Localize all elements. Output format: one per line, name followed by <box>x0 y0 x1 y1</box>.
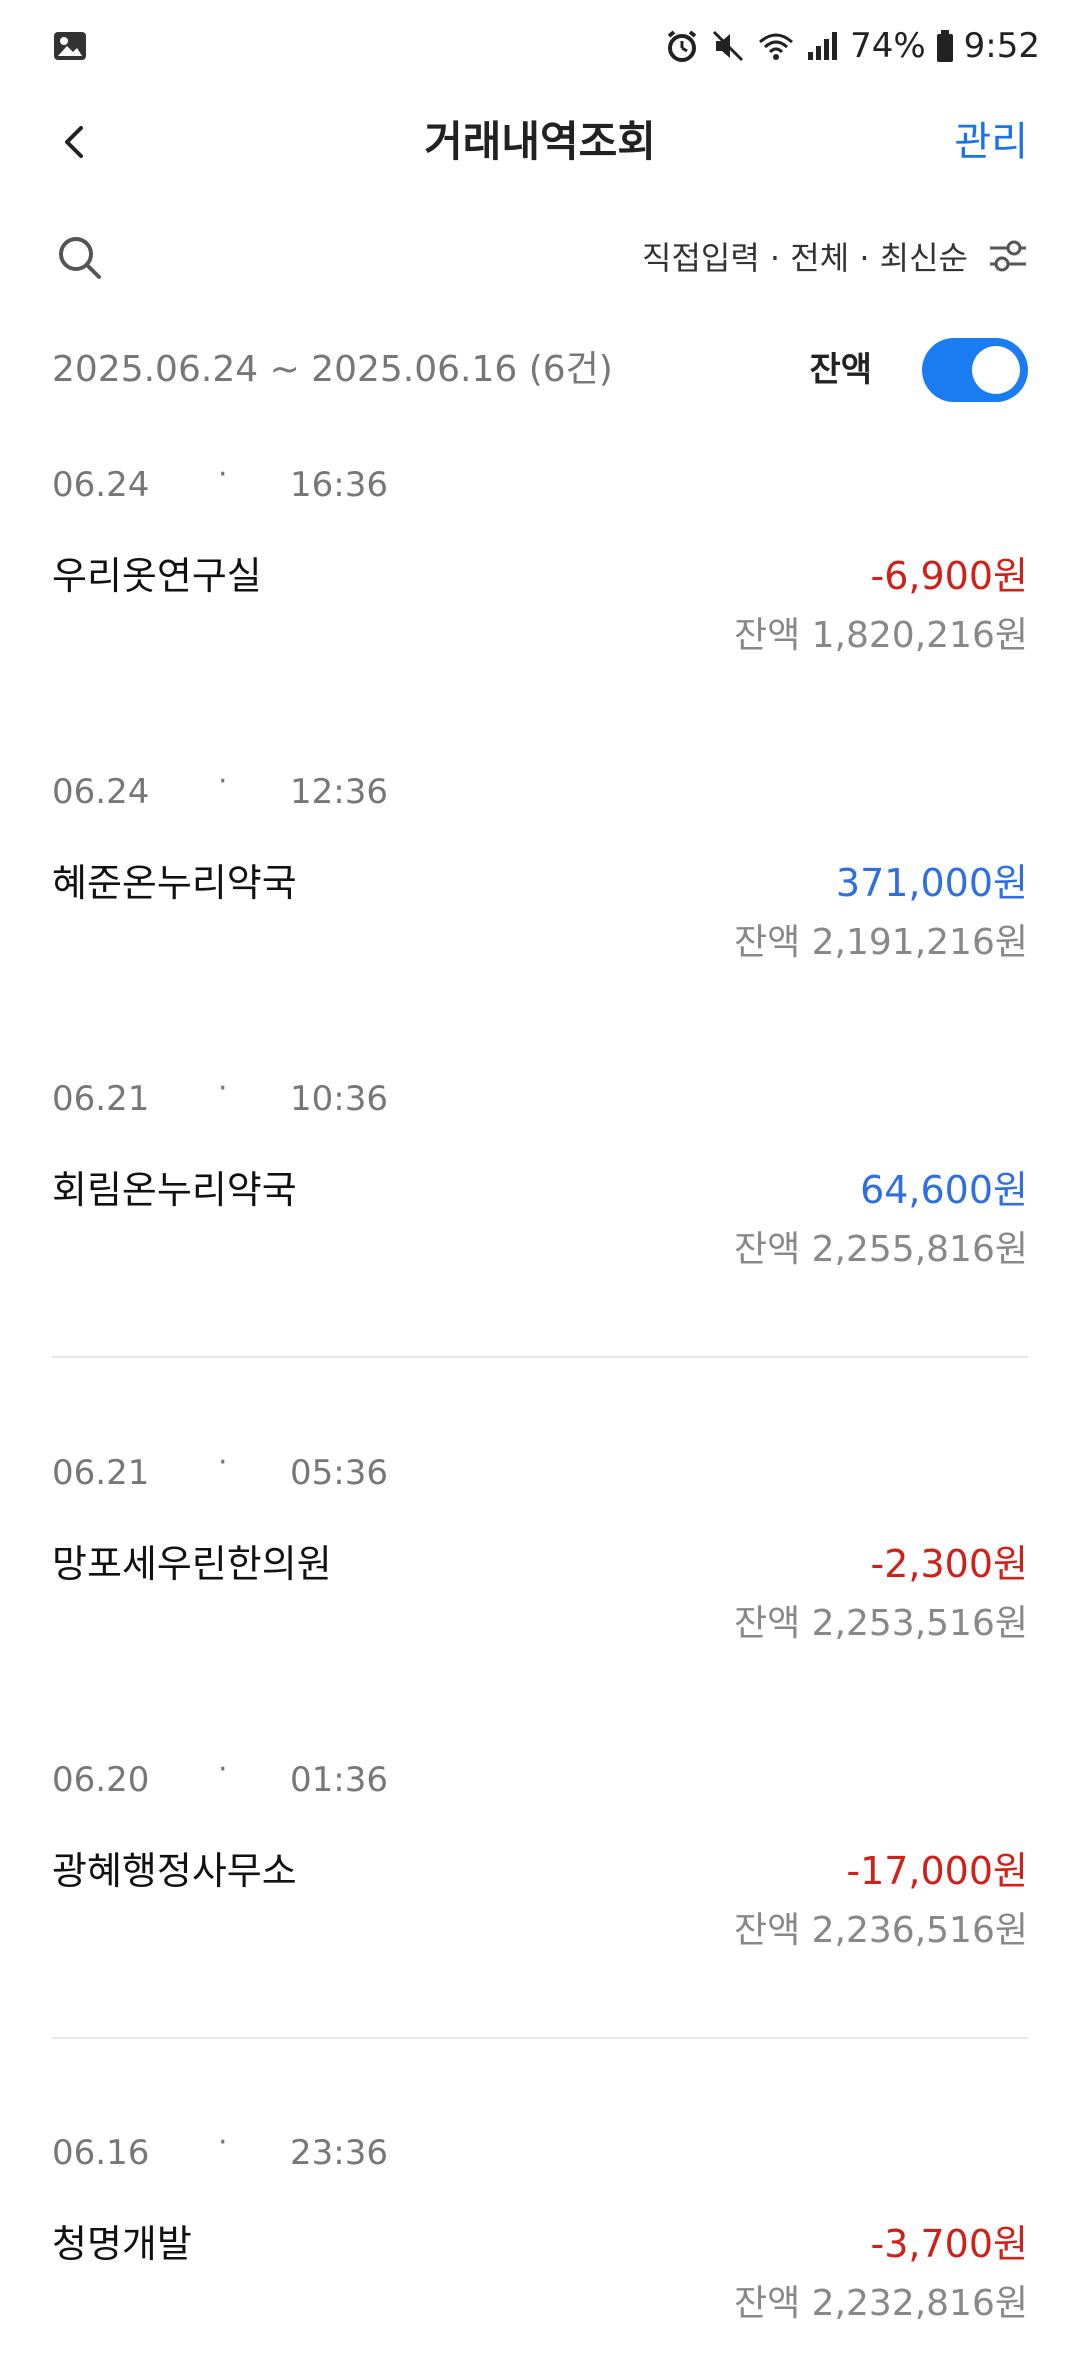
mute-icon <box>710 28 746 64</box>
transaction-name: 회림온누리약국 <box>52 1168 297 1212</box>
transaction-amount: -3,700원 <box>870 2222 1028 2266</box>
transaction-balance: 잔액 2,191,216원 <box>733 922 1028 963</box>
transaction-date: 06.24 <box>52 772 150 812</box>
transaction-amount: 64,600원 <box>860 1168 1028 1212</box>
transaction-name: 청명개발 <box>52 2222 192 2266</box>
transaction-item[interactable]: 06.21 · 10:36 회림온누리약국 64,600원 잔액 2,255,8… <box>52 1074 1028 1314</box>
balance-toggle[interactable] <box>922 338 1028 402</box>
filter-summary: 직접입력 · 전체 · 최신순 <box>642 239 968 277</box>
transaction-item[interactable]: 06.21 · 05:36 망포세우린한의원 -2,300원 잔액 2,253,… <box>52 1448 1028 1688</box>
battery-icon <box>936 29 954 63</box>
transaction-time: 05:36 <box>290 1453 388 1493</box>
transaction-balance: 잔액 2,253,516원 <box>733 1603 1028 1644</box>
transaction-time: 23:36 <box>290 2133 388 2173</box>
separator-dot: · <box>218 457 228 492</box>
transaction-amount: -6,900원 <box>870 554 1028 598</box>
status-bar: 74% 9:52 <box>0 0 1080 92</box>
transaction-item[interactable]: 06.24 · 12:36 혜준온누리약국 371,000원 잔액 2,191,… <box>52 767 1028 1007</box>
sliders-icon <box>986 234 1030 282</box>
separator-dot: · <box>218 1445 228 1480</box>
balance-toggle-label: 잔액 <box>809 350 872 390</box>
clock: 9:52 <box>963 26 1040 66</box>
manage-button[interactable]: 관리 <box>954 112 1028 172</box>
separator-dot: · <box>218 764 228 799</box>
battery-percent: 74% <box>850 26 926 66</box>
wifi-icon <box>756 28 796 64</box>
search-icon[interactable] <box>52 230 108 286</box>
separator-dot: · <box>218 1071 228 1106</box>
transaction-name: 광혜행정사무소 <box>52 1849 297 1893</box>
transaction-date: 06.16 <box>52 2133 150 2173</box>
transaction-date: 06.24 <box>52 465 150 505</box>
signal-icon <box>806 28 840 64</box>
transaction-name: 혜준온누리약국 <box>52 861 297 905</box>
transaction-balance: 잔액 1,820,216원 <box>733 615 1028 656</box>
transaction-time: 01:36 <box>290 1760 388 1800</box>
transaction-time: 12:36 <box>290 772 388 812</box>
separator-dot: · <box>218 2125 228 2160</box>
gallery-icon <box>52 28 88 64</box>
alarm-icon <box>664 28 700 64</box>
transaction-balance: 잔액 2,232,816원 <box>733 2283 1028 2324</box>
transaction-item[interactable]: 06.24 · 16:36 우리옷연구실 -6,900원 잔액 1,820,21… <box>52 460 1028 700</box>
transaction-balance: 잔액 2,236,516원 <box>733 1910 1028 1951</box>
page-title: 거래내역조회 <box>424 117 656 166</box>
app-bar: 거래내역조회 관리 <box>0 92 1080 192</box>
separator-dot: · <box>218 1752 228 1787</box>
transaction-amount: -2,300원 <box>870 1542 1028 1586</box>
transaction-balance: 잔액 2,255,816원 <box>733 1229 1028 1270</box>
status-icons: 74% 9:52 <box>664 22 1040 70</box>
transaction-amount: -17,000원 <box>846 1849 1028 1893</box>
filter-row: 직접입력 · 전체 · 최신순 <box>0 220 1080 300</box>
transaction-name: 망포세우린한의원 <box>52 1542 332 1586</box>
transaction-date: 06.21 <box>52 1453 150 1493</box>
filter-button[interactable]: 직접입력 · 전체 · 최신순 <box>642 230 1030 286</box>
transaction-time: 16:36 <box>290 465 388 505</box>
period-row: 2025.06.24 ~ 2025.06.16 (6건) 잔액 <box>0 330 1080 410</box>
period-range: 2025.06.24 ~ 2025.06.16 (6건) <box>52 349 613 390</box>
section-divider <box>52 2037 1028 2039</box>
transaction-date: 06.20 <box>52 1760 150 1800</box>
transaction-date: 06.21 <box>52 1079 150 1119</box>
transaction-item[interactable]: 06.20 · 01:36 광혜행정사무소 -17,000원 잔액 2,236,… <box>52 1755 1028 1995</box>
section-divider <box>52 1356 1028 1358</box>
transaction-name: 우리옷연구실 <box>52 554 262 598</box>
transaction-item[interactable]: 06.16 · 23:36 청명개발 -3,700원 잔액 2,232,816원 <box>52 2128 1028 2368</box>
transaction-amount: 371,000원 <box>835 861 1028 905</box>
toggle-knob <box>972 346 1020 394</box>
transaction-time: 10:36 <box>290 1079 388 1119</box>
